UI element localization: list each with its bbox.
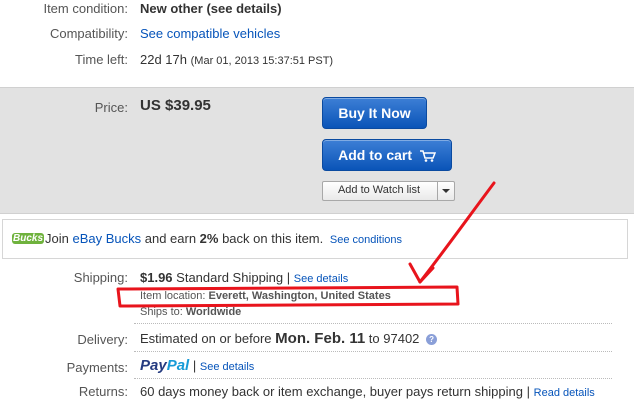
ebay-bucks-link[interactable]: eBay Bucks	[72, 231, 141, 246]
returns-text: 60 days money back or item exchange, buy…	[140, 384, 523, 399]
bucks-tail: back on this item.	[218, 231, 324, 246]
delivery-label: Delivery:	[77, 332, 128, 347]
buy-it-now-label: Buy It Now	[338, 105, 411, 121]
bucks-mid: and earn	[141, 231, 200, 246]
divider	[134, 378, 612, 379]
shipping-sep: |	[286, 270, 291, 285]
add-to-watch-list-button[interactable]: Add to Watch list	[322, 181, 455, 201]
compatibility-label: Compatibility:	[49, 26, 128, 41]
payments-sep: |	[192, 358, 197, 373]
chevron-down-icon[interactable]	[437, 182, 454, 200]
returns-value: 60 days money back or item exchange, buy…	[140, 384, 595, 399]
paypal-logo-pal: Pal	[166, 357, 190, 374]
bucks-join: Join	[45, 231, 73, 246]
ships-to: Ships to: Worldwide	[140, 306, 241, 318]
time-left-label: Time left:	[75, 52, 128, 67]
help-icon[interactable]: ?	[426, 334, 438, 346]
add-to-cart-button[interactable]: Add to cart	[322, 139, 452, 171]
price-label: Price:	[94, 100, 128, 115]
time-left-remaining: 22d 17h	[140, 52, 187, 67]
bucks-text: Join eBay Bucks and earn 2% back on this…	[45, 231, 402, 246]
item-condition-value: New other (see details)	[140, 1, 282, 16]
time-left-value: 22d 17h (Mar 01, 2013 15:37:51 PST)	[140, 52, 333, 67]
divider	[134, 351, 612, 352]
ebay-bucks-banner: Bucks Join eBay Bucks and earn 2% back o…	[2, 219, 628, 259]
buy-it-now-button[interactable]: Buy It Now	[322, 97, 427, 129]
compatible-vehicles-link[interactable]: See compatible vehicles	[140, 26, 280, 41]
watch-list-label: Add to Watch list	[337, 184, 421, 196]
add-to-cart-label: Add to cart	[338, 147, 412, 163]
shipping-cost: $1.96	[140, 270, 173, 285]
item-condition-label: Item condition:	[43, 1, 128, 16]
shipping-label: Shipping:	[73, 270, 128, 285]
payments-label: Payments:	[66, 360, 128, 375]
bucks-logo: Bucks	[12, 233, 44, 244]
bucks-percent: 2%	[199, 231, 219, 246]
see-conditions-link[interactable]: See conditions	[330, 234, 402, 246]
returns-sep: |	[526, 384, 531, 399]
paypal-logo: PayPal	[140, 357, 189, 374]
shipping-method: Standard Shipping	[176, 270, 284, 285]
returns-read-details-link[interactable]: Read details	[534, 387, 595, 399]
shipping-value: $1.96 Standard Shipping | See details	[140, 270, 348, 285]
annotation-arrow-head	[408, 262, 435, 284]
item-location-label: Item location:	[140, 290, 206, 302]
ships-to-label: Ships to:	[140, 306, 183, 318]
ships-to-value: Worldwide	[185, 306, 242, 318]
price-value: US $39.95	[140, 97, 211, 114]
paypal-logo-pay: Pay	[140, 357, 167, 374]
payments-value: PayPal | See details	[140, 357, 254, 374]
cart-icon	[419, 150, 436, 163]
returns-label: Returns:	[78, 384, 128, 399]
delivery-value: Estimated on or before Mon. Feb. 11 to 9…	[140, 330, 438, 347]
time-left-end-date: (Mar 01, 2013 15:37:51 PST)	[190, 55, 334, 67]
item-location-value: Everett, Washington, United States	[208, 290, 391, 302]
delivery-date: Mon. Feb. 11	[275, 330, 366, 347]
payments-see-details-link[interactable]: See details	[200, 361, 254, 373]
shipping-see-details-link[interactable]: See details	[294, 273, 348, 285]
divider	[134, 323, 612, 324]
delivery-zip: to 97402	[368, 331, 420, 346]
item-location: Item location: Everett, Washington, Unit…	[140, 290, 391, 302]
delivery-text: Estimated on or before	[140, 331, 272, 346]
